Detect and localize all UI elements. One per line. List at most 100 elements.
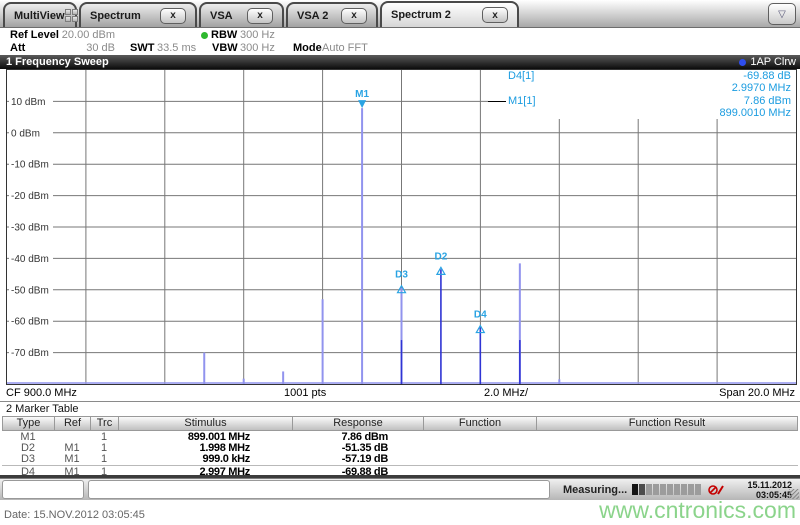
cell-function: [423, 432, 536, 443]
status-field-left[interactable]: [2, 480, 84, 499]
marker-table-divider: [2, 465, 798, 466]
swt-value[interactable]: 33.5 ms: [157, 42, 196, 54]
marker-leader-line: [488, 101, 506, 102]
close-tab-button[interactable]: x: [341, 8, 367, 24]
grid-icon: [65, 9, 78, 22]
cell-function-result: [536, 432, 798, 443]
window-title: 1 Frequency Sweep: [6, 56, 109, 68]
rbw-value[interactable]: 300 Hz: [240, 29, 275, 41]
marker-M1-icon[interactable]: [358, 100, 366, 108]
footer: Date: 15.NOV.2012 03:05:45 www.cntronics…: [0, 500, 800, 525]
marker-table-panel: 2 Marker Table TypeRefTrcStimulusRespons…: [0, 403, 800, 478]
mode-value[interactable]: Auto FFT: [322, 42, 368, 54]
marker-info-m1-value: 7.86 dBm: [744, 95, 791, 107]
marker-table-row-m1[interactable]: M11899.001 MHz7.86 dBm: [2, 432, 798, 443]
progress-segment: [688, 484, 694, 495]
center-frequency-label[interactable]: CF 900.0 MHz: [6, 387, 77, 399]
sweep-points-label[interactable]: 1001 pts: [284, 387, 326, 399]
cell-type: D3: [2, 454, 54, 465]
mode-label[interactable]: Mode: [293, 42, 322, 54]
tab-vsa[interactable]: VSA x: [199, 2, 284, 27]
spectrum-chart[interactable]: 10 dBm0 dBm-10 dBm-20 dBm-30 dBm-40 dBm-…: [6, 69, 797, 385]
spectrum-analyzer-window: MultiViewSpectrumxVSAxVSA 2xSpectrum 2x …: [0, 0, 800, 525]
tab-label: Spectrum: [90, 10, 141, 22]
marker-info-m1-freq: 899.0010 MHz: [719, 107, 791, 119]
column-header-function: Function: [424, 417, 537, 430]
cell-function: [423, 443, 536, 454]
tab-label: Spectrum 2: [391, 9, 451, 21]
column-header-ref: Ref: [55, 417, 91, 430]
cell-function: [423, 454, 536, 465]
tab-vsa-2[interactable]: VSA 2 x: [286, 2, 378, 27]
marker-table-title: 2 Marker Table: [6, 403, 79, 415]
ref-level-value[interactable]: 20.00 dBm: [58, 29, 115, 41]
marker-table-header: TypeRefTrcStimulusResponseFunctionFuncti…: [2, 416, 798, 431]
measure-progress-bar: [632, 484, 701, 495]
tab-label: VSA: [210, 10, 233, 22]
marker-table-row-d3[interactable]: D3M11999.0 kHz-57.19 dB: [2, 454, 798, 465]
system-date: 15.11.2012: [747, 480, 792, 490]
rbw-coupled-indicator-icon: [201, 32, 208, 39]
marker-table-row-d4[interactable]: D4M112.997 MHz-69.88 dB: [2, 467, 798, 478]
y-axis-tick-label: -40 dBm: [11, 254, 49, 265]
tab-spectrum-2[interactable]: Spectrum 2 x: [380, 1, 519, 27]
per-division-label[interactable]: 2.0 MHz/: [484, 387, 528, 399]
ref-level-label[interactable]: Ref Level: [10, 29, 59, 41]
close-tab-button[interactable]: x: [160, 8, 186, 24]
marker-info-panel: D4[1] -69.88 dB 2.9970 MHz M1[1] 7.86 dB…: [488, 70, 796, 119]
marker-label: M1: [355, 89, 369, 100]
result-window-title-bar: 1 Frequency Sweep 1AP Clrw: [0, 55, 800, 69]
marker-table-row-d2[interactable]: D2M111.998 MHz-51.35 dB: [2, 443, 798, 454]
marker-info-m1-name[interactable]: M1[1]: [508, 95, 536, 107]
status-field-message[interactable]: [88, 480, 550, 499]
progress-segment: [646, 484, 652, 495]
swt-label[interactable]: SWT: [130, 42, 154, 54]
att-value[interactable]: 30 dB: [58, 42, 115, 54]
cell-stimulus: 999.0 kHz: [118, 454, 292, 465]
y-axis-tick-label: 0 dBm: [11, 128, 40, 139]
marker-label: D2: [435, 251, 448, 262]
cell-trc: 1: [90, 467, 118, 478]
trace-legend[interactable]: 1AP Clrw: [739, 56, 796, 68]
screenshot-date-label: Date: 15.NOV.2012 03:05:45: [4, 509, 145, 521]
att-label[interactable]: Att: [10, 42, 25, 54]
span-label[interactable]: Span 20.0 MHz: [719, 387, 795, 399]
x-axis-bar: CF 900.0 MHz 1001 pts 2.0 MHz/ Span 20.0…: [0, 386, 800, 402]
progress-segment: [681, 484, 687, 495]
progress-segment: [695, 484, 701, 495]
tab-spectrum[interactable]: Spectrum x: [79, 2, 197, 27]
marker-info-d4-value: -69.88 dB: [743, 70, 791, 82]
close-tab-button[interactable]: x: [247, 8, 273, 24]
y-axis-tick-label: -60 dBm: [11, 317, 49, 328]
progress-segment: [674, 484, 680, 495]
tab-multiview[interactable]: MultiView: [3, 2, 77, 27]
trace-legend-label: 1AP Clrw: [750, 56, 796, 68]
marker-info-d4-name[interactable]: D4[1]: [508, 70, 534, 82]
cell-response: -69.88 dB: [292, 467, 423, 478]
column-header-response: Response: [293, 417, 424, 430]
tab-bar: MultiViewSpectrumxVSAxVSA 2xSpectrum 2x …: [0, 0, 800, 28]
cell-function-result: [536, 454, 798, 465]
vbw-label[interactable]: VBW: [212, 42, 238, 54]
progress-segment: [660, 484, 666, 495]
y-axis-tick-label: -30 dBm: [11, 223, 49, 234]
cell-function-result: [536, 443, 798, 454]
y-axis-tick-label: -20 dBm: [11, 191, 49, 202]
close-tab-button[interactable]: x: [482, 7, 508, 23]
y-axis-tick-label: -50 dBm: [11, 285, 49, 296]
column-header-stimulus: Stimulus: [119, 417, 293, 430]
cell-ref: M1: [54, 467, 90, 478]
trace-color-dot-icon: [739, 59, 746, 66]
cell-stimulus: 2.997 MHz: [118, 467, 292, 478]
vbw-value[interactable]: 300 Hz: [240, 42, 275, 54]
progress-segment: [653, 484, 659, 495]
measuring-status-label: Measuring...: [563, 484, 627, 496]
tab-overflow-dropdown-button[interactable]: ▽: [768, 3, 796, 25]
progress-segment: [667, 484, 673, 495]
cell-type: D4: [2, 467, 54, 478]
rbw-label[interactable]: RBW: [211, 29, 237, 41]
column-header-type: Type: [3, 417, 55, 430]
tab-label: VSA 2: [297, 10, 328, 22]
y-axis-tick-label: -10 dBm: [11, 160, 49, 171]
settings-bar: Ref Level 20.00 dBm RBW 300 Hz Att 30 dB…: [0, 29, 800, 55]
